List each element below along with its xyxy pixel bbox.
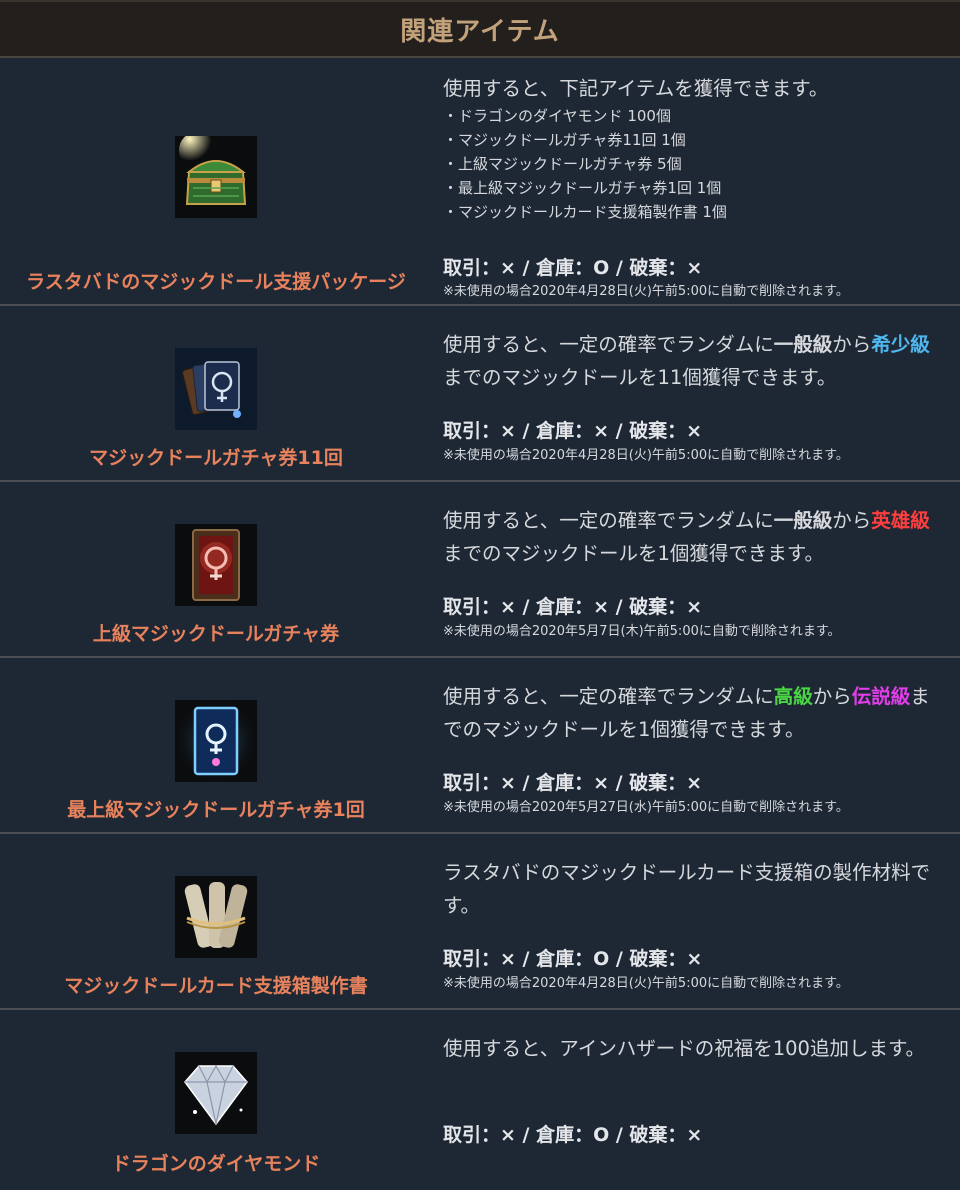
item-row: マジックドールガチャ券11回 使用すると、一定の確率でランダムに一般級から希少級… bbox=[0, 306, 960, 482]
grade-hero: 英雄級 bbox=[871, 509, 930, 532]
item-name[interactable]: ドラゴンのダイヤモンド bbox=[0, 1149, 432, 1176]
expiry-note: ※未使用の場合2020年5月7日(木)午前5:00に自動で削除されます。 bbox=[443, 624, 841, 639]
item-row: 最上級マジックドールガチャ券1回 使用すると、一定の確率でランダムに高級から伝説… bbox=[0, 658, 960, 834]
grade-common: 一般級 bbox=[773, 509, 833, 532]
item-icon-cell: 上級マジックドールガチャ券 bbox=[0, 482, 432, 656]
expiry-note: ※未使用の場合2020年4月28日(火)午前5:00に自動で削除されます。 bbox=[443, 284, 849, 299]
gacha-ticket-red-icon bbox=[175, 524, 257, 606]
list-item: ・ドラゴンのダイヤモンド 100個 bbox=[443, 107, 671, 125]
list-item: ・マジックドールカード支援箱製作書 1個 bbox=[443, 203, 727, 221]
item-name[interactable]: 最上級マジックドールガチャ券1回 bbox=[0, 795, 432, 822]
item-row: ドラゴンのダイヤモンド 使用すると、アインハザードの祝福を100追加します。 取… bbox=[0, 1010, 960, 1188]
trade-info: 取引：× / 倉庫：O / 破棄：× bbox=[443, 948, 703, 970]
item-info: 使用すると、下記アイテムを獲得できます。 ・ドラゴンのダイヤモンド 100個 ・… bbox=[432, 58, 960, 304]
item-info: 使用すると、一定の確率でランダムに高級から伝説級までのマジックドールを1個獲得で… bbox=[432, 658, 960, 832]
grade-rare: 希少級 bbox=[871, 333, 930, 356]
trade-info: 取引：× / 倉庫：O / 破棄：× bbox=[443, 257, 703, 279]
trade-info: 取引：× / 倉庫：× / 破棄：× bbox=[443, 596, 703, 618]
section-header: 関連アイテム bbox=[0, 0, 960, 58]
item-description: 使用すると、アインハザードの祝福を100追加します。 bbox=[443, 1037, 926, 1060]
item-icon-cell: ラスタバドのマジックドール支援パッケージ bbox=[0, 58, 432, 304]
treasure-chest-icon bbox=[175, 136, 257, 218]
expiry-note: ※未使用の場合2020年4月28日(火)午前5:00に自動で削除されます。 bbox=[443, 448, 849, 463]
item-icon-cell: ドラゴンのダイヤモンド bbox=[0, 1010, 432, 1188]
grade-common: 一般級 bbox=[773, 333, 833, 356]
item-description: 使用すると、一定の確率でランダムに高級から伝説級までのマジックドールを1個獲得で… bbox=[443, 685, 930, 741]
item-contents-list: ・ドラゴンのダイヤモンド 100個 ・マジックドールガチャ券11回 1個 ・上級… bbox=[443, 104, 727, 224]
item-row: ラスタバドのマジックドール支援パッケージ 使用すると、下記アイテムを獲得できます… bbox=[0, 58, 960, 306]
item-name[interactable]: 上級マジックドールガチャ券 bbox=[0, 619, 432, 646]
item-description: ラスタバドのマジックドールカード支援箱の製作材料です。 bbox=[443, 861, 931, 917]
item-description: 使用すると、下記アイテムを獲得できます。 bbox=[443, 77, 829, 100]
list-item: ・最上級マジックドールガチャ券1回 1個 bbox=[443, 179, 722, 197]
scroll-bundle-icon bbox=[175, 876, 257, 958]
item-description: 使用すると、一定の確率でランダムに一般級から希少級までのマジックドールを11個獲… bbox=[443, 333, 930, 389]
item-description: 使用すると、一定の確率でランダムに一般級から英雄級までのマジックドールを1個獲得… bbox=[443, 509, 930, 565]
expiry-note: ※未使用の場合2020年5月27日(水)午前5:00に自動で削除されます。 bbox=[443, 800, 849, 815]
gacha-ticket-blue-icon bbox=[175, 700, 257, 782]
trade-info: 取引：× / 倉庫：× / 破棄：× bbox=[443, 420, 703, 442]
expiry-note: ※未使用の場合2020年4月28日(火)午前5:00に自動で削除されます。 bbox=[443, 976, 849, 991]
item-name[interactable]: マジックドールガチャ券11回 bbox=[0, 443, 432, 470]
item-icon-cell: マジックドールカード支援箱製作書 bbox=[0, 834, 432, 1008]
item-info: 使用すると、アインハザードの祝福を100追加します。 取引：× / 倉庫：O /… bbox=[432, 1010, 960, 1188]
gacha-ticket-bundle-icon bbox=[175, 348, 257, 430]
item-row: マジックドールカード支援箱製作書 ラスタバドのマジックドールカード支援箱の製作材… bbox=[0, 834, 960, 1010]
item-name[interactable]: マジックドールカード支援箱製作書 bbox=[0, 971, 432, 998]
list-item: ・上級マジックドールガチャ券 5個 bbox=[443, 155, 682, 173]
item-icon-cell: マジックドールガチャ券11回 bbox=[0, 306, 432, 480]
grade-legend: 伝説級 bbox=[851, 685, 911, 708]
grade-high: 高級 bbox=[773, 685, 813, 708]
item-info: ラスタバドのマジックドールカード支援箱の製作材料です。 取引：× / 倉庫：O … bbox=[432, 834, 960, 1008]
item-icon-cell: 最上級マジックドールガチャ券1回 bbox=[0, 658, 432, 832]
section-title: 関連アイテム bbox=[400, 16, 560, 47]
item-row: 上級マジックドールガチャ券 使用すると、一定の確率でランダムに一般級から英雄級ま… bbox=[0, 482, 960, 658]
item-info: 使用すると、一定の確率でランダムに一般級から英雄級までのマジックドールを1個獲得… bbox=[432, 482, 960, 656]
trade-info: 取引：× / 倉庫：× / 破棄：× bbox=[443, 772, 703, 794]
diamond-icon bbox=[175, 1052, 257, 1134]
item-name[interactable]: ラスタバドのマジックドール支援パッケージ bbox=[0, 267, 432, 294]
trade-info: 取引：× / 倉庫：O / 破棄：× bbox=[443, 1124, 703, 1146]
list-item: ・マジックドールガチャ券11回 1個 bbox=[443, 131, 686, 149]
item-info: 使用すると、一定の確率でランダムに一般級から希少級までのマジックドールを11個獲… bbox=[432, 306, 960, 480]
